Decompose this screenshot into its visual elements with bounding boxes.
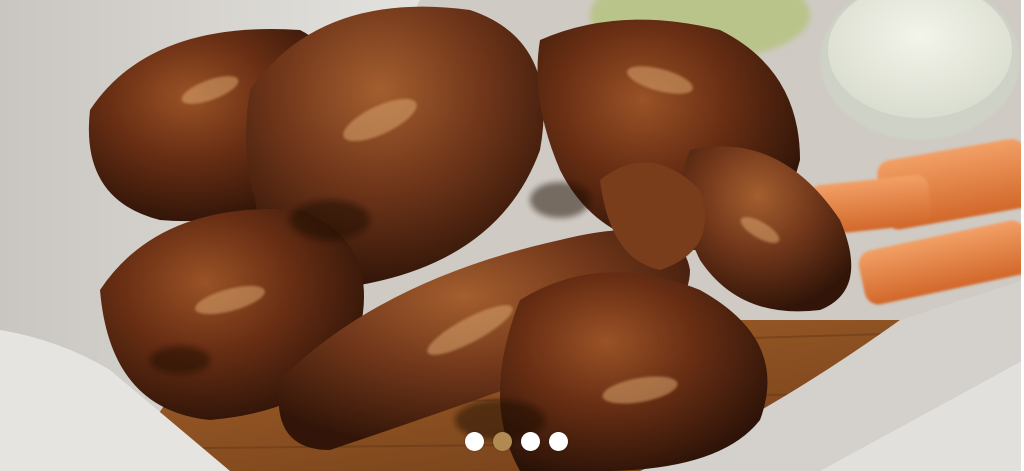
carousel-dot-4[interactable] xyxy=(548,432,568,451)
carousel-dot-2[interactable] xyxy=(492,432,512,451)
carousel-dot-3[interactable] xyxy=(520,432,540,451)
slide-image-chicken-wings xyxy=(0,0,1024,471)
image-carousel[interactable] xyxy=(0,0,1024,471)
carousel-pagination xyxy=(0,432,1024,451)
carousel-dot-1[interactable] xyxy=(464,432,484,451)
